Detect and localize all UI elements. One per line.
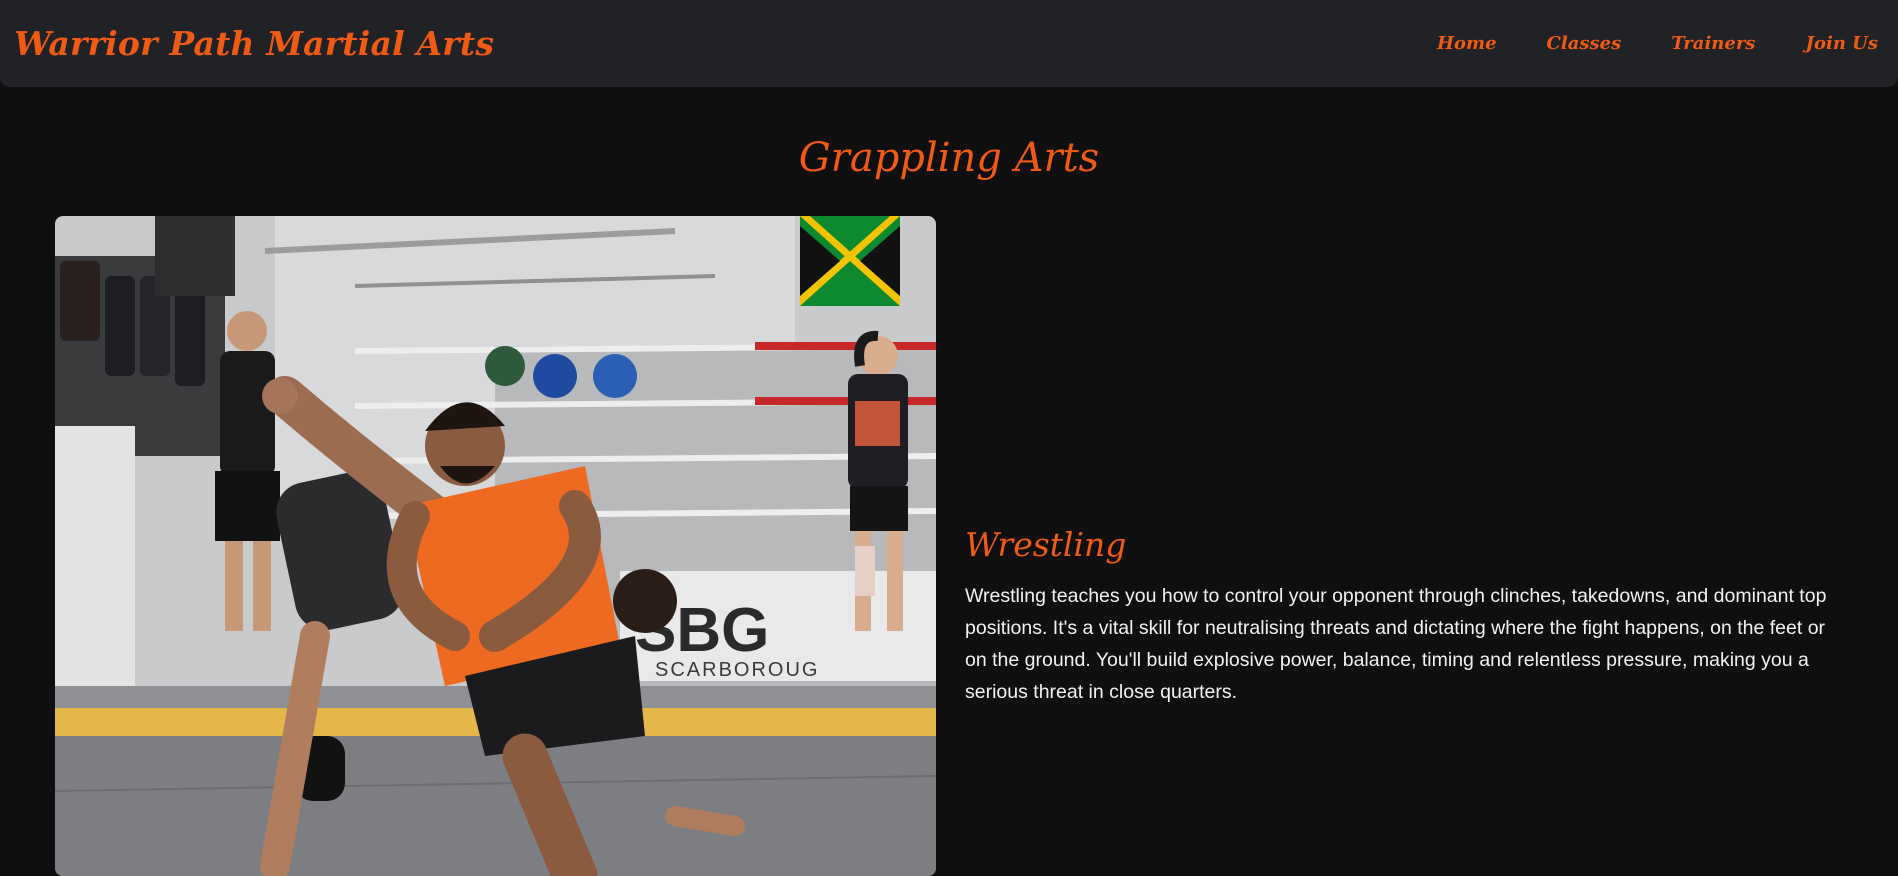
nav-links: Home Classes Trainers Join Us <box>1387 33 1878 54</box>
nav-link-home[interactable]: Home <box>1437 33 1497 54</box>
nav-link-trainers[interactable]: Trainers <box>1671 33 1755 54</box>
class-description: Wrestling teaches you how to control you… <box>965 585 1827 703</box>
top-navbar: Warrior Path Martial Arts Home Classes T… <box>0 0 1898 87</box>
nav-link-classes[interactable]: Classes <box>1547 33 1622 54</box>
brand-logo[interactable]: Warrior Path Martial Arts <box>14 24 494 63</box>
nav-link-join-us[interactable]: Join Us <box>1805 33 1878 54</box>
wrestling-photo: SBG SCARBOROUG <box>55 216 936 876</box>
class-title: Wrestling <box>965 525 1127 564</box>
section-title: Grappling Arts <box>798 135 1100 181</box>
banner-subtext: SCARBOROUG <box>655 659 819 681</box>
